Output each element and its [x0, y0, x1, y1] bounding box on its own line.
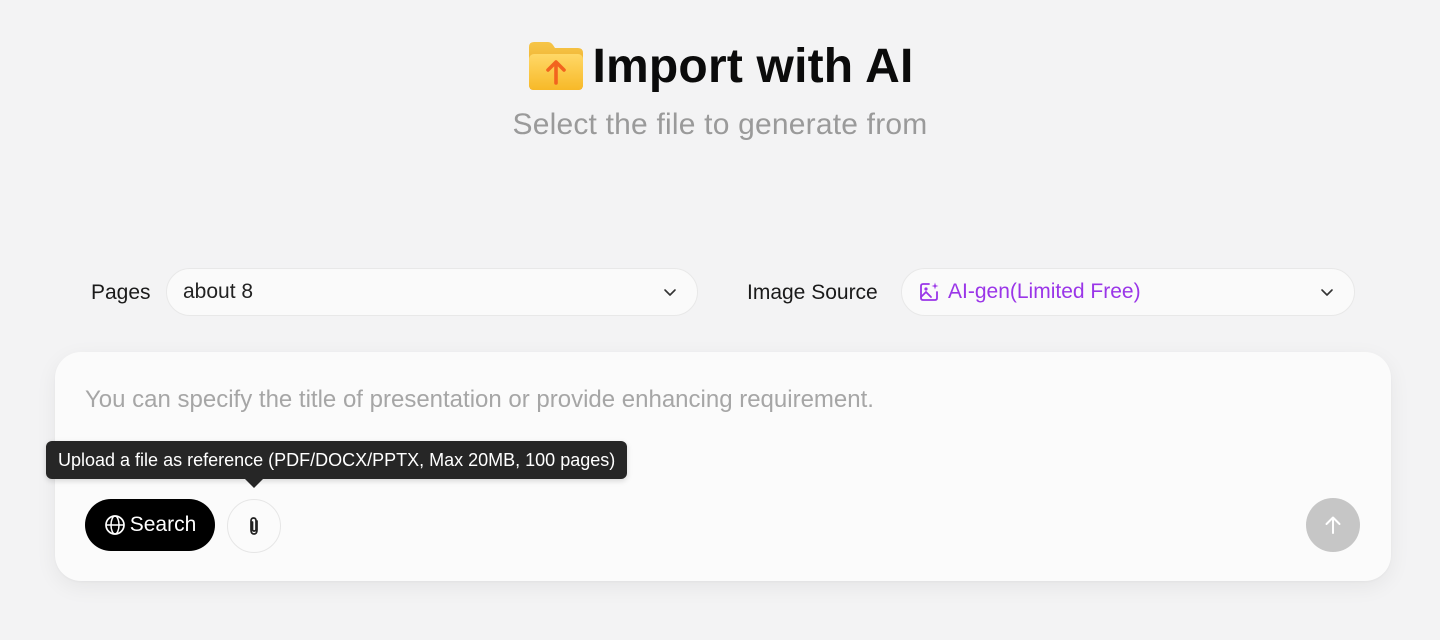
image-source-label: Image Source [747, 281, 878, 304]
import-with-ai-page: Import with AI Select the file to genera… [0, 0, 1440, 640]
arrow-up-icon [1325, 516, 1341, 534]
pages-select-value: about 8 [183, 280, 254, 303]
attach-tooltip: Upload a file as reference (PDF/DOCX/PPT… [46, 441, 628, 479]
tooltip-arrow [245, 479, 263, 488]
search-button[interactable]: Search [85, 499, 215, 551]
pages-label: Pages [91, 281, 151, 304]
attach-file-button[interactable] [227, 499, 281, 553]
header: Import with AI Select the file to genera… [0, 36, 1440, 142]
send-button[interactable] [1306, 498, 1360, 552]
chevron-down-icon [1321, 289, 1333, 296]
page-subtitle: Select the file to generate from [512, 108, 928, 141]
globe-icon [104, 515, 125, 535]
prompt-input[interactable] [85, 386, 1355, 414]
chevron-down-icon [664, 289, 676, 296]
folder-upload-icon [528, 42, 583, 90]
search-button-label: Search [129, 513, 197, 536]
pages-select[interactable]: about 8 [166, 268, 698, 316]
image-source-select-value: AI-gen(Limited Free) [948, 280, 1141, 303]
paperclip-icon [250, 517, 258, 535]
image-source-select[interactable]: AI-gen(Limited Free) [901, 268, 1355, 316]
ai-image-icon [920, 282, 939, 301]
page-title: Import with AI [592, 39, 914, 93]
attach-tooltip-text: Upload a file as reference (PDF/DOCX/PPT… [58, 449, 616, 470]
title-row: Import with AI [527, 36, 914, 96]
